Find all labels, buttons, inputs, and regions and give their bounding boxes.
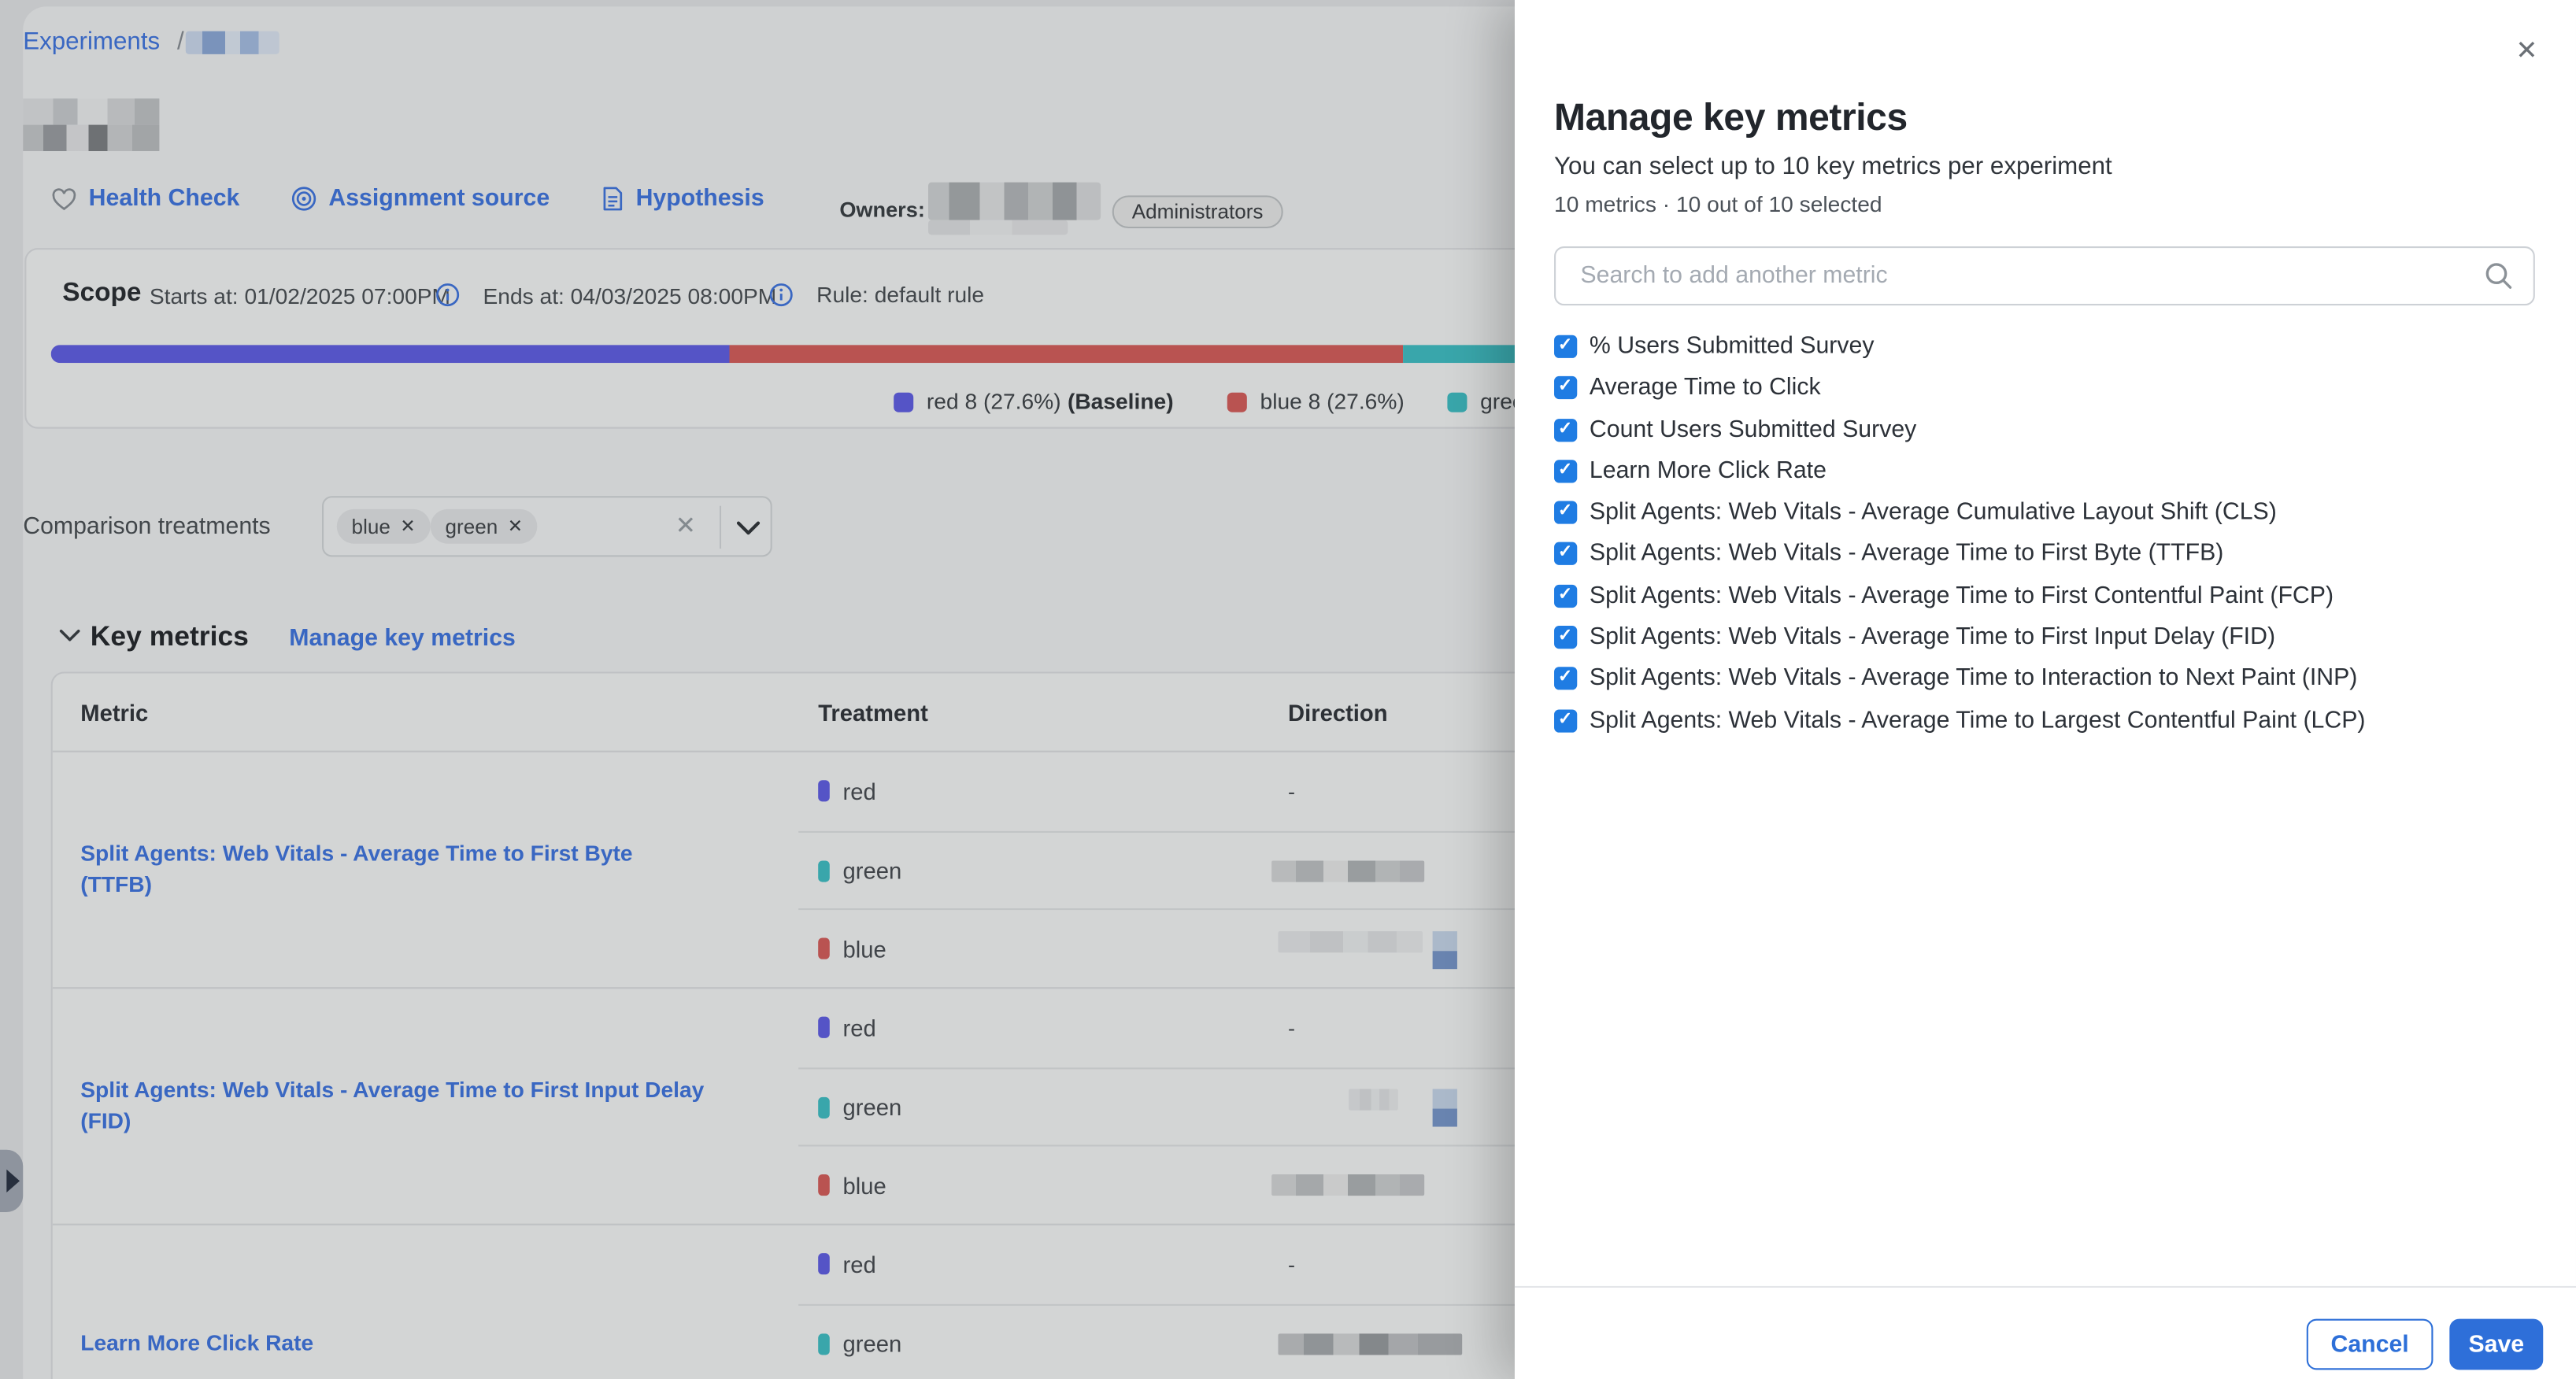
metric-option-row: Split Agents: Web Vitals - Average Time …: [1554, 623, 2275, 653]
panel-subtitle: You can select up to 10 key metrics per …: [1554, 153, 2112, 180]
close-icon[interactable]: ✕: [2511, 36, 2544, 69]
panel-footer: Cancel Save: [1515, 1286, 2576, 1379]
cancel-button[interactable]: Cancel: [2307, 1319, 2434, 1370]
checkbox-checked[interactable]: [1554, 501, 1576, 523]
metric-option-row: Learn More Click Rate: [1554, 457, 1827, 486]
metric-option-row: Split Agents: Web Vitals - Average Time …: [1554, 582, 2334, 612]
metrics-count-line: 10 metrics · 10 out of 10 selected: [1554, 192, 1882, 216]
search-icon: [2484, 261, 2514, 291]
save-button[interactable]: Save: [2449, 1319, 2543, 1370]
checkbox-checked[interactable]: [1554, 542, 1576, 564]
metric-option-row: Average Time to Click: [1554, 373, 1821, 403]
checkbox-checked[interactable]: [1554, 627, 1576, 649]
checkbox-checked[interactable]: [1554, 667, 1576, 690]
metric-option-row: Split Agents: Web Vitals - Average Cumul…: [1554, 497, 2277, 527]
checkbox-checked[interactable]: [1554, 710, 1576, 732]
metric-option-label: Learn More Click Rate: [1590, 458, 1827, 484]
metric-search: [1554, 246, 2535, 305]
metric-option-row: Split Agents: Web Vitals - Average Time …: [1554, 706, 2365, 736]
metric-option-row: Count Users Submitted Survey: [1554, 416, 1916, 445]
metric-option-label: Split Agents: Web Vitals - Average Time …: [1590, 583, 2334, 609]
metric-option-label: Average Time to Click: [1590, 375, 1821, 401]
manage-key-metrics-panel: ✕ Manage key metrics You can select up t…: [1515, 0, 2576, 1379]
metric-option-label: % Users Submitted Survey: [1590, 334, 1875, 360]
metric-option-label: Split Agents: Web Vitals - Average Time …: [1590, 624, 2275, 650]
metric-option-label: Split Agents: Web Vitals - Average Time …: [1590, 708, 2366, 734]
screen: Experiments / Health Check Assignment so…: [0, 0, 2576, 1379]
metric-option-label: Split Agents: Web Vitals - Average Cumul…: [1590, 499, 2277, 525]
checkbox-checked[interactable]: [1554, 376, 1576, 398]
metric-option-row: Split Agents: Web Vitals - Average Time …: [1554, 538, 2223, 568]
checkbox-checked[interactable]: [1554, 420, 1576, 442]
metric-option-label: Split Agents: Web Vitals - Average Time …: [1590, 541, 2223, 567]
checkbox-checked[interactable]: [1554, 460, 1576, 482]
checkbox-checked[interactable]: [1554, 585, 1576, 607]
metric-option-row: Split Agents: Web Vitals - Average Time …: [1554, 664, 2357, 693]
metric-option-label: Split Agents: Web Vitals - Average Time …: [1590, 665, 2357, 691]
metric-search-input[interactable]: [1554, 246, 2535, 305]
metric-option-row: % Users Submitted Survey: [1554, 332, 1874, 362]
panel-title: Manage key metrics: [1554, 95, 1908, 139]
metric-option-label: Count Users Submitted Survey: [1590, 417, 1916, 443]
checkbox-checked[interactable]: [1554, 335, 1576, 357]
